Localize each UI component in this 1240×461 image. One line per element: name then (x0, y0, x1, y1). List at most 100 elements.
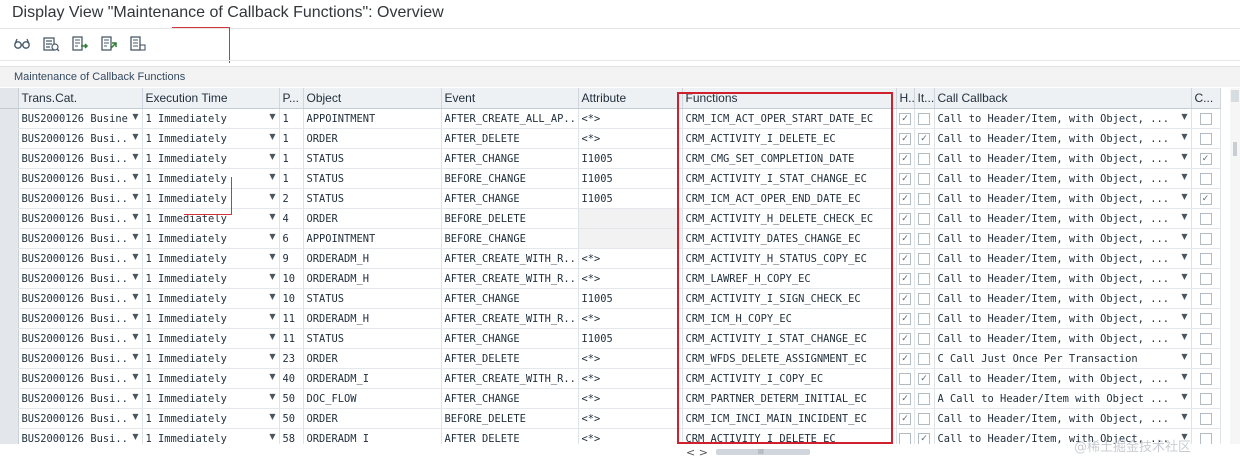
row-selector[interactable] (0, 148, 19, 169)
cell-call-callback[interactable]: Call to Header/Item, with Object, ... ▼ (934, 308, 1192, 329)
checkbox[interactable]: ✓ (899, 192, 911, 205)
chevron-down-icon[interactable]: ▼ (269, 172, 275, 181)
table-row[interactable]: BUS2000126 Busi... ▼ 1 Immediately ▼ 50 ORDER… (0, 408, 1221, 429)
col-header-exec-time[interactable]: Execution Time (142, 88, 280, 109)
row-selector[interactable] (0, 168, 19, 189)
cell-exec-time[interactable]: 1 Immediately ▼ (142, 408, 280, 429)
cell-trans-cat[interactable]: BUS2000126 Busi... ▼ (18, 228, 143, 249)
row-selector[interactable] (0, 368, 19, 389)
export-icon[interactable] (68, 33, 92, 55)
chevron-down-icon[interactable]: ▼ (132, 412, 138, 421)
checkbox[interactable]: ✓ (1199, 152, 1212, 165)
table-row[interactable]: BUS2000126 Busi... ▼ 1 Immediately ▼ 2 STATUS… (0, 188, 1221, 209)
col-header-c[interactable]: C... (1191, 88, 1221, 109)
checkbox[interactable]: ✓ (918, 372, 930, 385)
row-selector[interactable] (0, 328, 19, 349)
checkbox[interactable]: ✓ (899, 152, 911, 165)
row-selector[interactable] (0, 348, 19, 369)
cell-exec-time[interactable]: 1 Immediately ▼ (142, 208, 280, 229)
cell-trans-cat[interactable]: BUS2000126 Busi... ▼ (18, 348, 143, 369)
checkbox[interactable]: ✓ (899, 112, 911, 125)
chevron-down-icon[interactable]: ▼ (269, 212, 275, 221)
table-row[interactable]: BUS2000126 Busi... ▼ 1 Immediately ▼ 1 STATUS… (0, 148, 1221, 169)
chevron-down-icon[interactable]: ▼ (132, 392, 138, 401)
chevron-down-icon[interactable]: ▼ (132, 152, 138, 161)
checkbox[interactable] (918, 172, 930, 185)
cell-exec-time[interactable]: 1 Immediately ▼ (142, 388, 280, 409)
checkbox[interactable]: ✓ (899, 252, 911, 265)
select-all-column[interactable] (0, 88, 19, 109)
checkbox[interactable] (1199, 292, 1212, 305)
chevron-down-icon[interactable]: ▼ (132, 232, 138, 241)
chevron-down-icon[interactable]: ▼ (132, 332, 138, 341)
cell-trans-cat[interactable]: BUS2000126 Busi... ▼ (18, 168, 143, 189)
chevron-down-icon[interactable]: ▼ (1181, 132, 1187, 141)
table-row[interactable]: BUS2000126 Busi... ▼ 1 Immediately ▼ 10 STATU… (0, 288, 1221, 309)
cell-exec-time[interactable]: 1 Immediately ▼ (142, 168, 280, 189)
row-selector[interactable] (0, 308, 19, 329)
checkbox[interactable] (1199, 432, 1212, 444)
checkbox[interactable]: ✓ (899, 352, 911, 365)
checkbox[interactable] (1199, 372, 1212, 385)
table-row[interactable]: BUS2000126 Busi... ▼ 1 Immediately ▼ 11 STATU… (0, 328, 1221, 349)
checkbox[interactable] (918, 412, 930, 425)
row-selector[interactable] (0, 188, 19, 209)
scroll-thumb[interactable]: III (716, 449, 810, 456)
cell-trans-cat[interactable]: BUS2000126 Busi... ▼ (18, 428, 143, 444)
cell-trans-cat[interactable]: BUS2000126 Busi... ▼ (18, 208, 143, 229)
cell-trans-cat[interactable]: BUS2000126 Busi... ▼ (18, 408, 143, 429)
table-row[interactable]: BUS2000126 Busi... ▼ 1 Immediately ▼ 58 ORDER… (0, 428, 1221, 444)
cell-exec-time[interactable]: 1 Immediately ▼ (142, 368, 280, 389)
chevron-down-icon[interactable]: ▼ (132, 312, 138, 321)
cell-trans-cat[interactable]: BUS2000126 Busi... ▼ (18, 268, 143, 289)
chevron-down-icon[interactable]: ▼ (269, 312, 275, 321)
row-selector[interactable] (0, 208, 19, 229)
checkbox[interactable] (918, 272, 930, 285)
chevron-down-icon[interactable]: ▼ (269, 132, 275, 141)
cell-call-callback[interactable]: A Call to Header/Item with Object ... ▼ (934, 388, 1192, 409)
checkbox[interactable] (918, 152, 930, 165)
cell-trans-cat[interactable]: BUS2000126 Busi... ▼ (18, 188, 143, 209)
chevron-down-icon[interactable]: ▼ (1181, 232, 1187, 241)
horizontal-scrollbar[interactable]: < > III (680, 446, 820, 459)
chevron-down-icon[interactable]: ▼ (269, 152, 275, 161)
checkbox[interactable]: ✓ (899, 332, 911, 345)
cell-trans-cat[interactable]: BUS2000126 Busi... ▼ (18, 128, 143, 149)
col-header-h[interactable]: H... (896, 88, 915, 109)
checkbox[interactable] (918, 352, 930, 365)
chevron-down-icon[interactable]: ▼ (1181, 192, 1187, 201)
row-selector[interactable] (0, 288, 19, 309)
chevron-down-icon[interactable]: ▼ (269, 372, 275, 381)
col-header-object[interactable]: Object (303, 88, 442, 109)
cell-call-callback[interactable]: Call to Header/Item, with Object, ... ▼ (934, 248, 1192, 269)
chevron-down-icon[interactable]: ▼ (1181, 292, 1187, 301)
chevron-down-icon[interactable]: ▼ (269, 192, 275, 201)
chevron-down-icon[interactable]: ▼ (269, 392, 275, 401)
checkbox[interactable] (918, 252, 930, 265)
row-selector[interactable] (0, 228, 19, 249)
checkbox[interactable]: ✓ (1199, 192, 1212, 205)
chevron-down-icon[interactable]: ▼ (132, 272, 138, 281)
cell-exec-time[interactable]: 1 Immediately ▼ (142, 248, 280, 269)
checkbox[interactable] (918, 212, 930, 225)
cell-trans-cat[interactable]: BUS2000126 Busi... ▼ (18, 308, 143, 329)
checkbox[interactable] (899, 372, 911, 385)
vertical-scrollbar[interactable] (1230, 88, 1240, 444)
cell-trans-cat[interactable]: BUS2000126 Busi... ▼ (18, 148, 143, 169)
cell-call-callback[interactable]: Call to Header/Item, with Object, ... ▼ (934, 188, 1192, 209)
row-selector[interactable] (0, 248, 19, 269)
cell-exec-time[interactable]: 1 Immediately ▼ (142, 288, 280, 309)
row-selector[interactable] (0, 388, 19, 409)
col-header-it[interactable]: It... (914, 88, 935, 109)
cell-call-callback[interactable]: Call to Header/Item, with Object, ... ▼ (934, 288, 1192, 309)
checkbox[interactable]: ✓ (899, 392, 911, 405)
table-row[interactable]: BUS2000126 Busine ▼ 1 Immediately ▼ 1 APPOINT… (0, 108, 1221, 129)
checkbox[interactable] (1199, 132, 1212, 145)
checkbox[interactable] (918, 392, 930, 405)
col-header-trans-cat[interactable]: Trans.Cat. (18, 88, 143, 109)
checkbox[interactable] (899, 432, 911, 444)
chevron-down-icon[interactable]: ▼ (269, 432, 275, 441)
table-row[interactable]: BUS2000126 Busi... ▼ 1 Immediately ▼ 1 STATUS… (0, 168, 1221, 189)
checkbox[interactable]: ✓ (899, 132, 911, 145)
glasses-display-icon[interactable] (10, 33, 34, 55)
